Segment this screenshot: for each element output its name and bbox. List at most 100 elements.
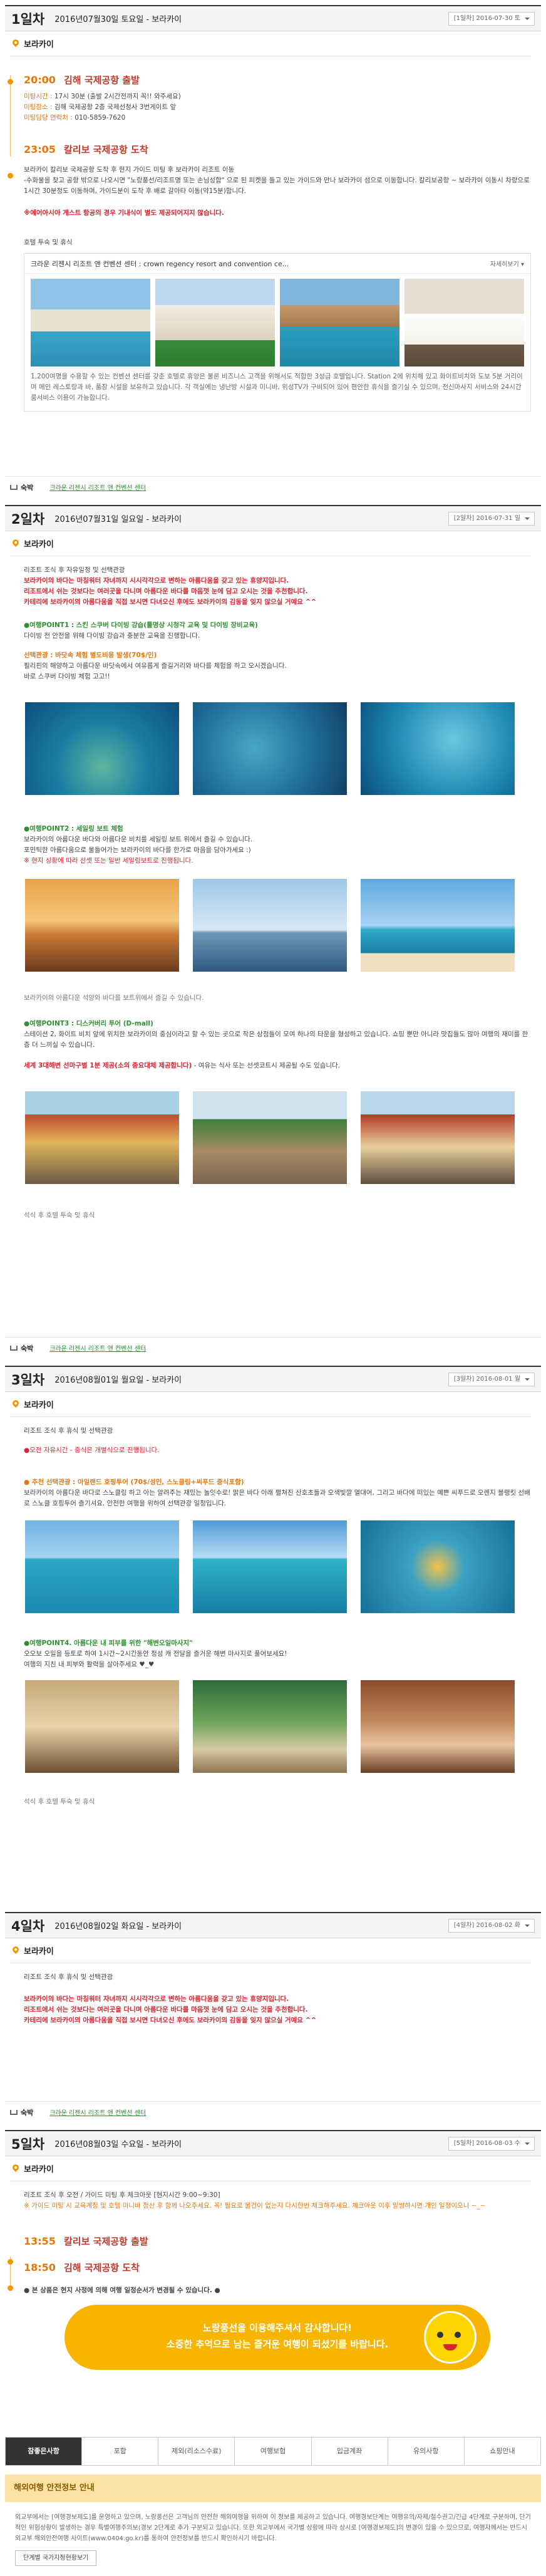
meet-key: 미팅장소 : xyxy=(24,103,53,111)
event-time: 18:50 xyxy=(24,2261,56,2273)
photo-dmall-shops xyxy=(361,1091,515,1184)
location-name: 보라카이 xyxy=(24,40,54,49)
day-label: 1일차 xyxy=(11,11,45,27)
itinerary-line: 리조트 조식 후 오전 / 가이드 미팅 후 체크아웃 [현지시간 9:00~9… xyxy=(24,2191,220,2199)
photo-fish xyxy=(361,702,515,795)
location-pin-icon xyxy=(11,538,21,548)
stay-row: 숙박 크라운 리젠시 리조트 앤 컨벤션 센터 xyxy=(5,476,541,497)
meet-key: 미팅시간 : xyxy=(24,93,53,100)
itinerary-line: 리조트 조식 후 자유일정 및 선택관광 xyxy=(24,566,125,574)
location-row: 보라카이 xyxy=(10,531,531,556)
hotel-description: 1,200여명을 수용할 수 있는 컨벤션 센터를 갖춘 호텔로 휴양은 물론 … xyxy=(31,373,523,402)
location-pin-icon xyxy=(11,1398,21,1408)
tab-notice[interactable]: 참좋은사항 xyxy=(6,2438,82,2465)
day-label: 4일차 xyxy=(11,1918,45,1934)
event-title: 김해 국제공항 출발 xyxy=(64,74,140,86)
itinerary-page: 1일차 2016년07월30일 토요일 - 보라카이 [1일차] 2016-07… xyxy=(0,0,546,2576)
day-label: 3일차 xyxy=(11,1372,45,1388)
meet-value: 김해 국제공항 2층 국제선청사 3번게이트 앞 xyxy=(54,103,177,111)
tab-shopping[interactable]: 쇼핑안내 xyxy=(463,2438,540,2465)
day-select[interactable]: [1일차] 2016-07-30 토 xyxy=(448,11,535,26)
day-1-section: 1일차 2016년07월30일 토요일 - 보라카이 [1일차] 2016-07… xyxy=(5,5,541,497)
tab-included[interactable]: 포함 xyxy=(81,2438,158,2465)
day-select[interactable]: [3일차] 2016-08-01 월 xyxy=(448,1372,535,1386)
day-4-section: 4일차 2016년08월02일 화요일 - 보라카이 [4일차] 2016-08… xyxy=(5,1912,541,2122)
point-title: ●여행POINT1 : 스킨 스쿠버 다이빙 강습(툴명상 시청각 교육 및 다… xyxy=(24,621,258,629)
day-date: 2016년07월30일 토요일 - 보라카이 xyxy=(54,15,182,24)
point-title: ●여행POINT2 : 세일링 보트 체험 xyxy=(24,825,123,833)
tab-cautions[interactable]: 유의사항 xyxy=(387,2438,464,2465)
point-text: - 여유는 식사 또는 선셋코트시 제공될 수도 있습니다. xyxy=(192,1062,341,1069)
point-text: 다이빙 전 안전을 위해 다이빙 강습과 충분한 교육을 진행합니다. xyxy=(24,632,200,640)
event-title: 김해 국제공항 도착 xyxy=(64,2262,140,2273)
day-select[interactable]: [5일차] 2016-08-03 수 xyxy=(448,2136,535,2151)
day-select[interactable]: [4일차] 2016-08-02 화 xyxy=(448,1918,535,1933)
location-row: 보라카이 xyxy=(10,1938,531,1963)
day-header: 3일차 2016년08월01일 월요일 - 보라카이 [3일차] 2016-08… xyxy=(5,1367,541,1392)
point-text: 보라카이의 아름다운 바다와 아름다운 비치를 세일링 보트 위에서 즐길 수 … xyxy=(24,836,253,843)
day-select[interactable]: [2일차] 2016-07-31 일 xyxy=(448,511,535,526)
location-name: 보라카이 xyxy=(24,540,54,549)
hotel-note: 호텔 투숙 및 휴식 xyxy=(24,239,73,246)
stay-hotel-link[interactable]: 크라운 리젠시 리조트 앤 컨벤션 센터 xyxy=(49,482,146,492)
itinerary-line: 보라카이의 바다는 마칭워터 자녀까지 시시각각으로 변하는 아름다움을 갖고 … xyxy=(24,577,289,584)
end-note: ● 본 상품은 현지 사정에 의해 여행 일정순서가 변경될 수 있습니다. ● xyxy=(24,2287,220,2294)
tab-insurance[interactable]: 여행보험 xyxy=(234,2438,311,2465)
photo-island-boat xyxy=(25,1520,179,1613)
day-5-section: 5일차 2016년08월03일 수요일 - 보라카이 [5일차] 2016-08… xyxy=(5,2130,541,2418)
arrive-text: 보라카이 칼리보 국제공항 도착 후 현지 가이드 미팅 후 보라카이 리조트 … xyxy=(24,166,235,174)
stay-hotel-link[interactable]: 크라운 리젠시 리조트 앤 컨벤션 센터 xyxy=(49,2107,146,2117)
day-date: 2016년08월03일 수요일 - 보라카이 xyxy=(54,2140,182,2149)
hotel-more-link[interactable]: 자세히보기 ▾ xyxy=(490,259,524,268)
point-text: 바로 스쿠버 다이빙 체험 고고!! xyxy=(24,673,110,680)
point-title: ●여행POINT3 : 디스커버리 투어 (D-mall) xyxy=(24,1020,153,1027)
event-departure: 13:55 칼리보 국제공항 출발 xyxy=(24,2233,531,2249)
itinerary-line: 리조트에서 쉬는 것보다는 여러곳을 다니며 아름다운 바다를 마음껏 눈에 담… xyxy=(24,2006,308,2013)
hotel-name: 크라운 리젠시 리조트 앤 컨벤션 센터 : crown regency res… xyxy=(31,259,289,268)
stay-label: 숙박 xyxy=(21,1344,34,1353)
point-note: ※ 현지 상황에 따라 선셋 또는 일반 세일링보트로 진행됩니다. xyxy=(24,857,193,865)
hotel-photo-resort xyxy=(280,279,399,366)
country-status-button[interactable]: 단계별 국가지정현황보기 xyxy=(15,2550,97,2566)
safety-guide-text: 외교부에서는 [여행경보제도]를 운영하고 있으며, 노랑풍선은 고객님의 안전… xyxy=(15,2514,531,2542)
photo-dmall-street xyxy=(25,1091,179,1184)
notice-text: ※에어아시아 게스트 항공의 경우 기내식이 별도 제공되어지지 않습니다. xyxy=(24,209,224,217)
mascot-icon xyxy=(424,2311,476,2364)
photo-diving-reef xyxy=(25,702,179,795)
location-row: 보라카이 xyxy=(10,31,531,56)
itinerary-line: 리조트 조식 후 휴식 및 선택관광 xyxy=(24,1973,113,1981)
day-3-section: 3일차 2016년08월01일 월요일 - 보라카이 [3일차] 2016-08… xyxy=(5,1366,541,1904)
tab-excluded[interactable]: 제외(리소스수료) xyxy=(158,2438,234,2465)
stay-label: 숙박 xyxy=(21,483,34,492)
day-header: 5일차 2016년08월03일 수요일 - 보라카이 [5일차] 2016-08… xyxy=(5,2131,541,2156)
photo-sunset-boat xyxy=(25,879,179,972)
hotel-photo-building xyxy=(155,279,275,366)
location-name: 보라카이 xyxy=(24,1401,54,1410)
location-row: 보라카이 xyxy=(10,1392,531,1417)
tab-bank-account[interactable]: 입금계좌 xyxy=(311,2438,388,2465)
stay-row: 숙박 크라운 리젠시 리조트 앤 컨벤션 센터 xyxy=(5,2101,541,2122)
itinerary-line: 보라카이의 바다는 마칭워터 자녀까지 시시각각으로 변하는 아름다움을 갖고 … xyxy=(24,1995,289,2003)
photo-caption: 보라카이의 아름다운 석양와 바다를 보트위에서 즐길 수 있습니다. xyxy=(24,994,204,1002)
day-2-section: 2일차 2016년07월31일 일요일 - 보라카이 [2일차] 2016-07… xyxy=(5,505,541,1358)
arrive-text-2: -수화물을 찾고 공항 밖으로 나오시면 "노랑풍선/리조트명 또는 손님성함"… xyxy=(24,177,530,195)
photo-dmall-palms xyxy=(193,1091,347,1184)
location-pin-icon xyxy=(11,2163,21,2173)
stay-hotel-link[interactable]: 크라운 리젠시 리조트 앤 컨벤션 센터 xyxy=(49,1343,146,1353)
point-title: ● 추천 선택관광 : 아일랜드 호핑투어 (70$/성인, 스노클링+씨푸드 … xyxy=(24,1478,244,1486)
day-label: 5일차 xyxy=(11,2136,45,2152)
location-row: 보라카이 xyxy=(10,2156,531,2181)
itinerary-line: 카테리에 보라카이의 아름다움을 직접 보시면 다녀오신 후에도 보라카이의 감… xyxy=(24,598,317,606)
day-header: 1일차 2016년07월30일 토요일 - 보라카이 [1일차] 2016-07… xyxy=(5,6,541,31)
optional-tour: 선택관광 : 바닷속 체험 별도비용 발생(70$/인) xyxy=(24,652,157,659)
safety-guide-title: 해외여행 안전정보 안내 xyxy=(5,2475,541,2502)
event-arrival: 18:50 김해 국제공항 도착 xyxy=(24,2259,531,2275)
bed-icon xyxy=(10,1345,18,1351)
day-header: 4일차 2016년08월02일 화요일 - 보라카이 [4일차] 2016-08… xyxy=(5,1913,541,1938)
photo-spa-garden xyxy=(193,1680,347,1773)
meet-value: 17시 30분 (출발 2시간전까지 꼭!! 와주세요) xyxy=(54,93,181,100)
bed-icon xyxy=(10,484,18,490)
itinerary-line: ※ 가이드 미팅 시 교육계정 및 호텔 미니바 정산 후 함께 나오주세요. … xyxy=(24,2202,486,2210)
photo-divers xyxy=(193,702,347,795)
event-time: 13:55 xyxy=(24,2235,56,2247)
